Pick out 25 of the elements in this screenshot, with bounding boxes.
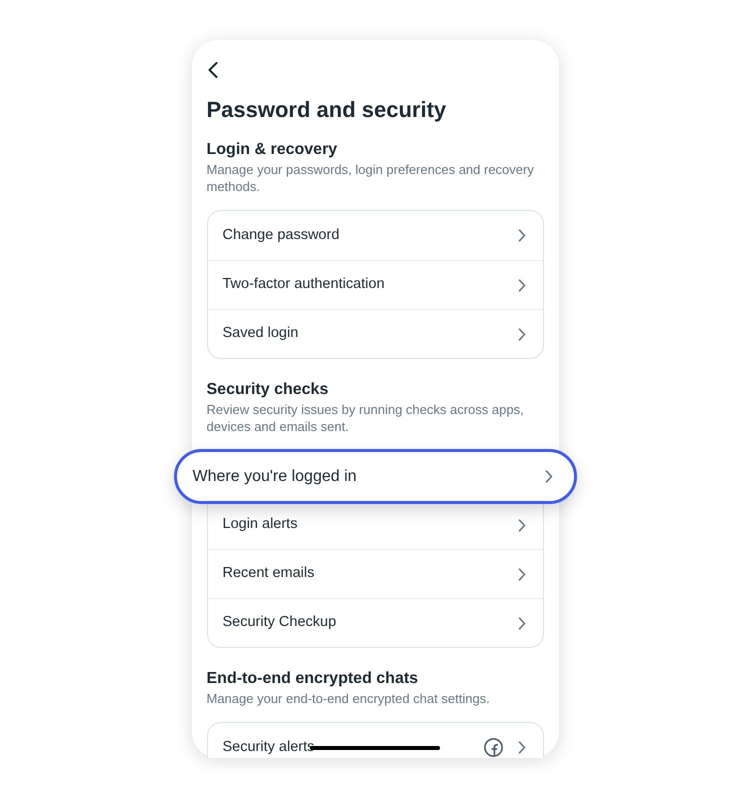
chevron-right-icon — [518, 616, 526, 630]
chevron-right-icon — [518, 741, 526, 754]
settings-row[interactable]: Change password — [208, 211, 542, 260]
chevron-right-icon — [518, 518, 526, 532]
page-title: Password and security — [206, 96, 448, 124]
highlighted-row[interactable]: Where you're logged in — [174, 449, 576, 504]
section-description: Manage your passwords, login preferences and recovery methods. — [206, 161, 535, 195]
chevron-right-icon — [544, 470, 552, 483]
settings-row[interactable]: Login alerts — [208, 500, 542, 549]
back-icon — [208, 62, 218, 78]
section-description: Review security issues by running checks across apps, devices and emails sent. — [206, 401, 525, 435]
circled-f-icon — [484, 738, 502, 757]
section-heading: Security checks — [206, 380, 330, 400]
settings-row[interactable]: Security Checkup — [208, 598, 542, 647]
settings-row[interactable]: Recent emails — [208, 549, 542, 598]
settings-row[interactable]: Two-factor authentication — [208, 260, 542, 309]
settings-row[interactable]: Saved login — [208, 309, 542, 358]
section-heading: Login & recovery — [206, 140, 338, 160]
chevron-right-icon — [518, 568, 526, 580]
chevron-right-icon — [518, 328, 526, 340]
chevron-right-icon — [518, 278, 526, 292]
section-heading: End-to-end encrypted chats — [206, 669, 420, 689]
chevron-right-icon — [518, 229, 526, 242]
section-description: Manage your end-to-end encrypted chat settings. — [206, 690, 491, 707]
back-button[interactable] — [206, 62, 218, 78]
